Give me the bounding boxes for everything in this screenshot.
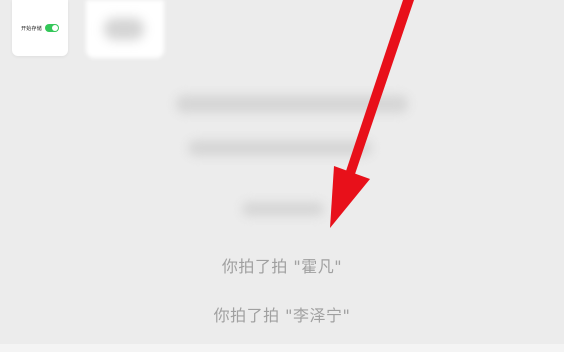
bottom-bar-edge [0,344,564,352]
blurred-message-line [242,202,324,216]
toggle-switch[interactable] [44,24,59,32]
arrow-head [330,166,370,228]
storage-toggle-card[interactable]: 开始存储 [12,0,68,56]
avatar-blur-content [104,18,144,40]
blurred-avatar [86,0,164,58]
pat-system-message: 你拍了拍 "李泽宁" [213,306,351,325]
pat-system-message: 你拍了拍 "霍凡" [221,257,343,276]
toggle-knob [51,25,58,31]
red-arrow-icon [330,0,414,228]
chat-screen: 开始存储 你拍了拍 "霍凡" 你拍了拍 "李泽宁" [0,0,564,352]
blurred-message-line [176,95,408,113]
blurred-message-line [188,140,372,156]
toggle-label: 开始存储 [21,25,42,32]
